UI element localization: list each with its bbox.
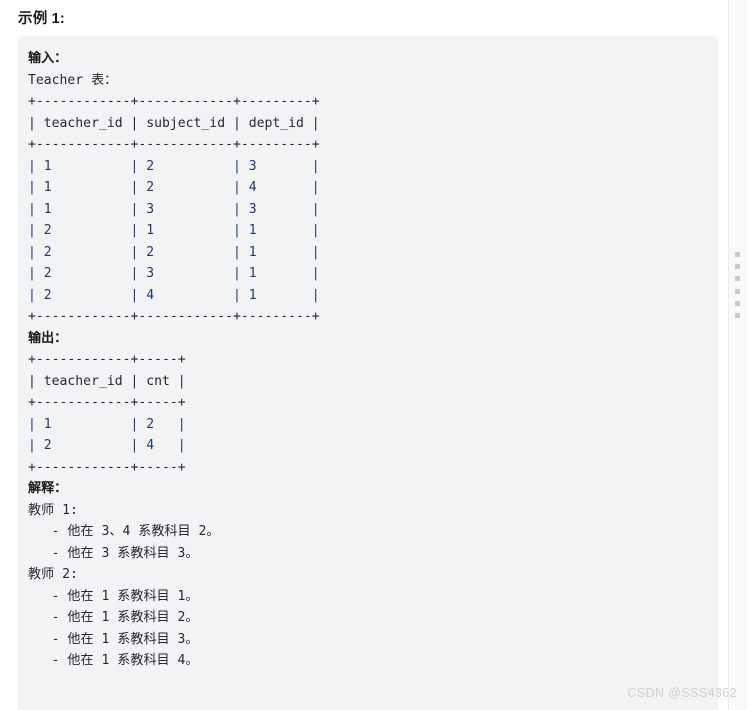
input-table-header: | teacher_id | subject_id | dept_id |	[28, 115, 320, 131]
code-content: 输入： Teacher 表： +------------+------------+…	[18, 48, 718, 672]
resize-handle-icon[interactable]	[733, 252, 742, 318]
input-table-caption: Teacher 表：	[28, 72, 118, 88]
code-block: 输入： Teacher 表： +------------+------------+…	[18, 36, 718, 710]
list-item: - 他在 1 系教科目 1。	[28, 588, 199, 604]
handle-dot	[735, 252, 740, 257]
page-title: 示例 1:	[18, 11, 65, 27]
input-label: 输入：	[28, 51, 68, 66]
output-table-separator-mid: +------------+-----+	[28, 395, 186, 410]
input-table-separator-mid: +------------+------------+---------+	[28, 137, 320, 152]
teacher1-heading: 教师 1:	[28, 502, 78, 518]
table-row: | 2 | 1 | 1 |	[28, 223, 320, 238]
page-root: 示例 1: 输入： Teacher 表： +------------+-------…	[0, 0, 747, 710]
explanation-label: 解释：	[28, 481, 68, 496]
page-gutter	[718, 0, 728, 710]
list-item: - 他在 1 系教科目 3。	[28, 631, 199, 647]
list-item: - 他在 3、4 系教科目 2。	[28, 524, 220, 539]
input-table-separator-top: +------------+------------+---------+	[28, 94, 320, 109]
list-item: - 他在 3 系教科目 3。	[28, 545, 199, 561]
table-row: | 1 | 2 |	[28, 416, 186, 432]
table-row: | 2 | 3 | 1 |	[28, 266, 320, 281]
handle-dot	[735, 288, 740, 294]
handle-dot	[735, 264, 740, 270]
table-row: | 2 | 2 | 1 |	[28, 244, 320, 260]
output-table-header: | teacher_id | cnt |	[28, 373, 186, 389]
watermark: CSDN @SSS4362	[627, 686, 737, 700]
handle-dot	[735, 312, 740, 318]
table-row: | 2 | 4 |	[28, 438, 186, 453]
table-row: | 2 | 4 | 1 |	[28, 287, 320, 303]
list-item: - 他在 1 系教科目 4。	[28, 653, 199, 668]
handle-dot	[735, 276, 740, 282]
table-row: | 1 | 3 | 3 |	[28, 201, 320, 217]
output-label: 输出：	[28, 330, 68, 346]
handle-dot	[735, 300, 740, 306]
output-table-separator-top: +------------+-----+	[28, 352, 186, 367]
side-rail	[728, 0, 747, 710]
list-item: - 他在 1 系教科目 2。	[28, 610, 199, 625]
output-table-separator-bottom: +------------+-----+	[28, 459, 186, 475]
input-table-separator-bottom: +------------+------------+---------+	[28, 309, 320, 324]
table-row: | 1 | 2 | 3 |	[28, 158, 320, 174]
teacher2-heading: 教师 2:	[28, 567, 78, 582]
table-row: | 1 | 2 | 4 |	[28, 180, 320, 195]
